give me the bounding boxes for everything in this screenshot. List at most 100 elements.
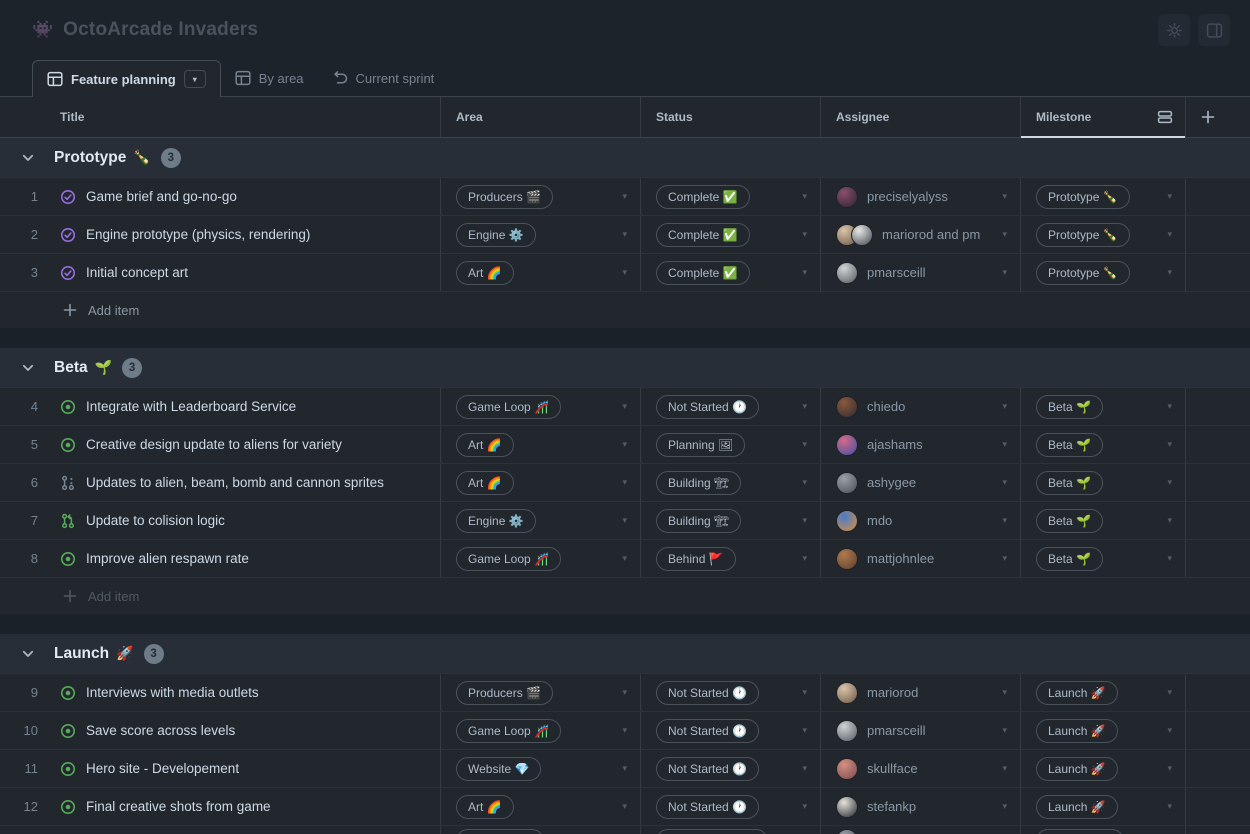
chevron-down-icon[interactable]: ▾ bbox=[1167, 191, 1175, 202]
chevron-down-icon[interactable]: ▾ bbox=[802, 401, 810, 412]
avatar[interactable] bbox=[836, 682, 858, 704]
area-pill[interactable]: Producers 🎬 bbox=[456, 681, 553, 705]
assignee-name[interactable]: mariorod bbox=[867, 685, 918, 700]
assignee-name[interactable]: stefankp bbox=[867, 799, 916, 814]
avatar[interactable] bbox=[836, 829, 858, 834]
area-pill[interactable]: Website 💎 bbox=[456, 757, 541, 781]
avatar[interactable] bbox=[836, 472, 858, 494]
item-title[interactable]: Update to colision logic bbox=[86, 513, 225, 528]
chevron-down-icon[interactable]: ▾ bbox=[1167, 801, 1175, 812]
milestone-pill[interactable]: Beta 🌱 bbox=[1036, 471, 1103, 495]
chevron-down-icon[interactable]: ▾ bbox=[1167, 763, 1175, 774]
settings-button[interactable] bbox=[1158, 14, 1190, 46]
chevron-down-icon[interactable]: ▾ bbox=[802, 477, 810, 488]
chevron-down-icon[interactable]: ▾ bbox=[1167, 515, 1175, 526]
milestone-pill[interactable]: Launch 🚀 bbox=[1036, 681, 1118, 705]
avatar[interactable] bbox=[836, 548, 858, 570]
area-pill[interactable]: Art 🌈 bbox=[456, 433, 514, 457]
avatar[interactable] bbox=[836, 186, 858, 208]
chevron-down-icon[interactable]: ▾ bbox=[802, 439, 810, 450]
item-title[interactable]: Integrate with Leaderboard Service bbox=[86, 399, 296, 414]
chevron-down-icon[interactable]: ▾ bbox=[1167, 687, 1175, 698]
area-pill[interactable]: Art 🌈 bbox=[456, 261, 514, 285]
chevron-down-icon[interactable]: ▾ bbox=[622, 477, 630, 488]
tab-feature-planning[interactable]: Feature planning ▾ bbox=[32, 60, 221, 97]
chevron-down-icon[interactable]: ▾ bbox=[802, 553, 810, 564]
status-pill[interactable]: Complete ✅ bbox=[656, 185, 750, 209]
status-pill[interactable]: Complete ✅ bbox=[656, 261, 750, 285]
item-title[interactable]: Hero site - Developement bbox=[86, 761, 239, 776]
chevron-down-icon[interactable]: ▾ bbox=[1167, 725, 1175, 736]
chevron-down-icon[interactable]: ▾ bbox=[1002, 687, 1010, 698]
status-pill[interactable] bbox=[656, 829, 768, 834]
chevron-down-icon[interactable]: ▾ bbox=[802, 725, 810, 736]
table-row[interactable]: 1 Game brief and go-no-go Producers 🎬 ▾ … bbox=[0, 178, 1250, 216]
chevron-down-icon[interactable]: ▾ bbox=[1002, 725, 1010, 736]
status-pill[interactable]: Not Started 🕐 bbox=[656, 681, 759, 705]
item-title[interactable]: Final creative shots from game bbox=[86, 799, 271, 814]
assignee-name[interactable]: mariorod and pm bbox=[882, 227, 980, 242]
milestone-pill[interactable]: Beta 🌱 bbox=[1036, 547, 1103, 571]
chevron-down-icon[interactable]: ▾ bbox=[1002, 401, 1010, 412]
chevron-down-icon[interactable]: ▾ bbox=[622, 267, 630, 278]
milestone-pill[interactable]: Launch 🚀 bbox=[1036, 757, 1118, 781]
assignee-name[interactable]: ashygee bbox=[867, 475, 916, 490]
column-header-status[interactable]: Status bbox=[640, 97, 820, 137]
chevron-down-icon[interactable]: ▾ bbox=[622, 687, 630, 698]
tab-by-area[interactable]: By area bbox=[221, 60, 318, 96]
milestone-pill[interactable]: Beta 🌱 bbox=[1036, 395, 1103, 419]
area-pill[interactable]: Engine ⚙️ bbox=[456, 509, 536, 533]
area-pill[interactable]: Game Loop 🎢 bbox=[456, 395, 561, 419]
add-item-button[interactable]: Add item bbox=[0, 578, 1250, 614]
status-pill[interactable]: Building 🏗 bbox=[656, 471, 741, 495]
chevron-down-icon[interactable]: ▾ bbox=[622, 553, 630, 564]
chevron-down-icon[interactable]: ▾ bbox=[622, 515, 630, 526]
chevron-down-icon[interactable]: ▾ bbox=[1002, 439, 1010, 450]
avatar[interactable] bbox=[836, 434, 858, 456]
assignee-name[interactable]: skullface bbox=[867, 761, 918, 776]
item-title[interactable]: Updates to alien, beam, bomb and cannon … bbox=[86, 475, 384, 490]
chevron-down-icon[interactable]: ▾ bbox=[1002, 477, 1010, 488]
table-row[interactable]: 3 Initial concept art Art 🌈 ▾ Complete ✅… bbox=[0, 254, 1250, 292]
chevron-down-icon[interactable]: ▾ bbox=[1167, 477, 1175, 488]
assignee-name[interactable]: pmarsceill bbox=[867, 265, 926, 280]
chevron-down-icon[interactable]: ▾ bbox=[802, 515, 810, 526]
avatar[interactable] bbox=[836, 720, 858, 742]
rows-icon[interactable] bbox=[1157, 109, 1173, 125]
milestone-pill[interactable]: Launch 🚀 bbox=[1036, 795, 1118, 819]
item-title[interactable]: Game brief and go-no-go bbox=[86, 189, 237, 204]
area-pill[interactable]: Art 🌈 bbox=[456, 795, 514, 819]
chevron-down-icon[interactable]: ▾ bbox=[802, 801, 810, 812]
table-row[interactable]: 4 Integrate with Leaderboard Service Gam… bbox=[0, 388, 1250, 426]
avatar[interactable] bbox=[836, 510, 858, 532]
tab-options-button[interactable]: ▾ bbox=[184, 70, 206, 88]
chevron-down-icon[interactable]: ▾ bbox=[1002, 801, 1010, 812]
avatar[interactable] bbox=[836, 758, 858, 780]
assignee-name[interactable]: mattjohnlee bbox=[867, 551, 934, 566]
avatar[interactable] bbox=[851, 224, 873, 246]
avatar[interactable] bbox=[836, 396, 858, 418]
chevron-down-icon[interactable]: ▾ bbox=[802, 267, 810, 278]
avatar[interactable] bbox=[836, 262, 858, 284]
table-row[interactable]: 6 Updates to alien, beam, bomb and canno… bbox=[0, 464, 1250, 502]
assignee-name[interactable]: mdo bbox=[867, 513, 892, 528]
status-pill[interactable]: Not Started 🕐 bbox=[656, 719, 759, 743]
milestone-pill[interactable]: Prototype 🍾 bbox=[1036, 261, 1130, 285]
milestone-pill[interactable]: Prototype 🍾 bbox=[1036, 185, 1130, 209]
chevron-down-icon[interactable]: ▾ bbox=[1002, 191, 1010, 202]
column-header-title[interactable]: Title bbox=[0, 97, 440, 137]
assignee-name[interactable]: preciselyalyss bbox=[867, 189, 948, 204]
chevron-down-icon[interactable]: ▾ bbox=[1002, 515, 1010, 526]
item-title[interactable]: Creative design update to aliens for var… bbox=[86, 437, 342, 452]
assignee-name[interactable]: ajashams bbox=[867, 437, 923, 452]
item-title[interactable]: Improve alien respawn rate bbox=[86, 551, 249, 566]
milestone-pill[interactable]: Beta 🌱 bbox=[1036, 433, 1103, 457]
chevron-down-icon[interactable]: ▾ bbox=[1002, 553, 1010, 564]
status-pill[interactable]: Planning 🖼 bbox=[656, 433, 745, 457]
item-title[interactable]: Interviews with media outlets bbox=[86, 685, 259, 700]
milestone-pill[interactable]: Beta 🌱 bbox=[1036, 509, 1103, 533]
add-item-button[interactable]: Add item bbox=[0, 292, 1250, 328]
area-pill[interactable]: Producers 🎬 bbox=[456, 185, 553, 209]
area-pill[interactable]: Engine ⚙️ bbox=[456, 223, 536, 247]
assignee-name[interactable]: chiedo bbox=[867, 399, 905, 414]
